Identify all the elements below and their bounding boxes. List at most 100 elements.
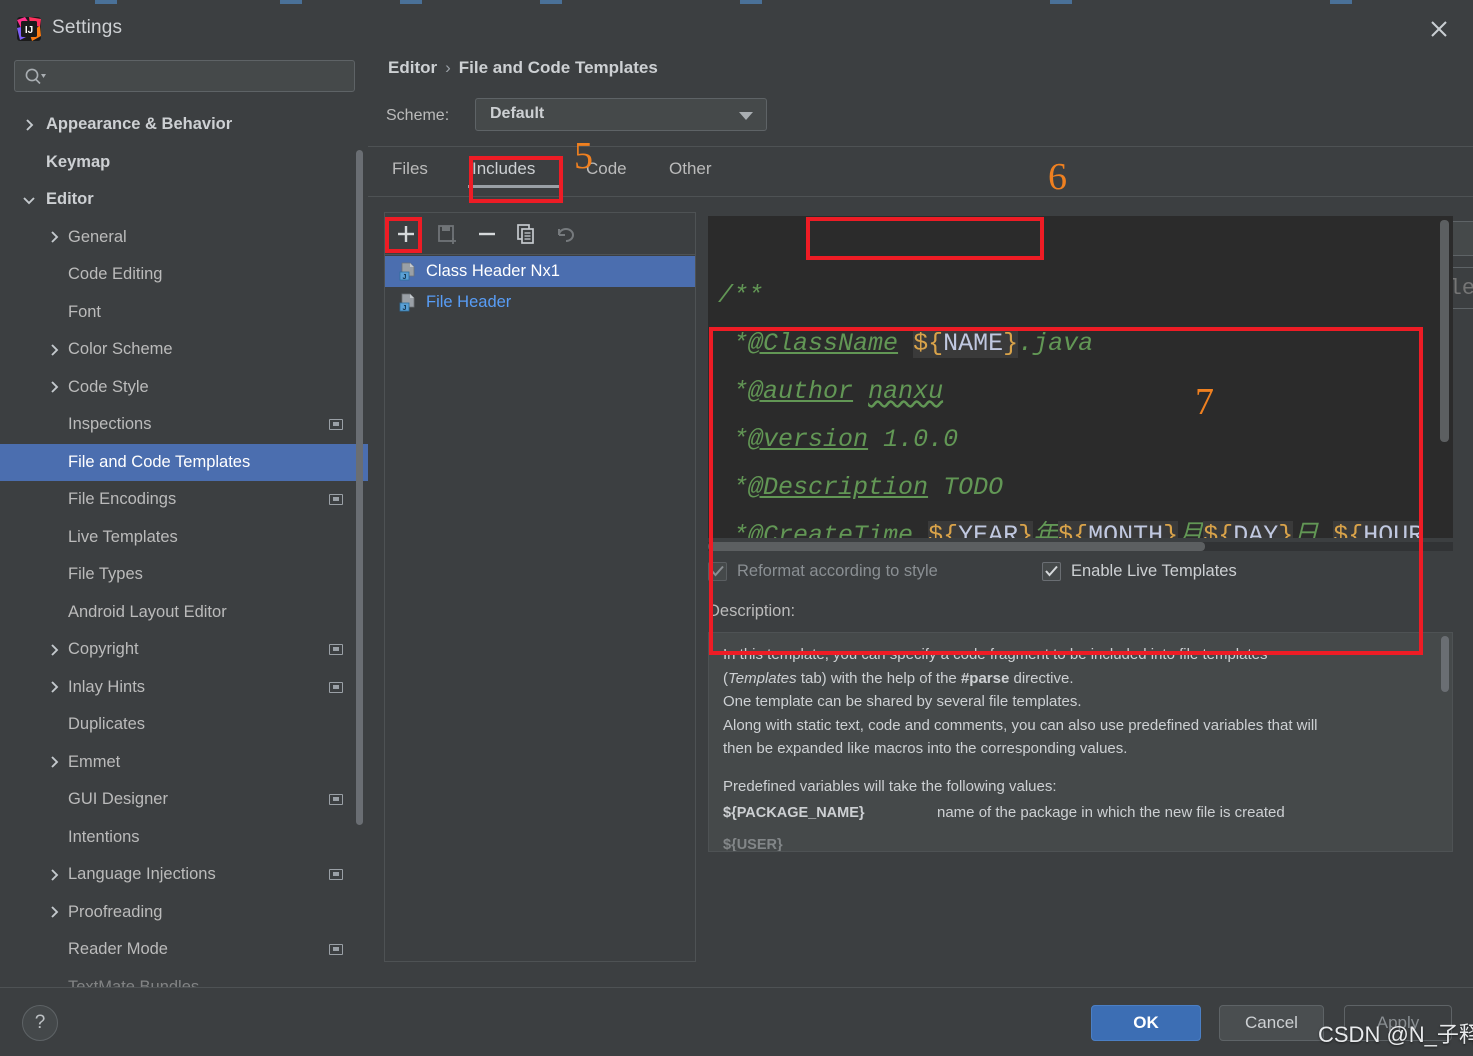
apply-button[interactable]: Apply — [1344, 1005, 1452, 1041]
sidebar-item-inspections[interactable]: Inspections — [0, 406, 368, 444]
chevron-right-icon[interactable] — [47, 905, 61, 919]
sidebar-item-label: Language Injections — [68, 865, 216, 884]
description-para-4: then be expanded like macros into the co… — [723, 740, 1128, 757]
checkbox-checked-icon — [708, 562, 727, 581]
sidebar-item-label: Reader Mode — [68, 940, 168, 959]
project-scope-icon — [329, 419, 343, 431]
chevron-right-icon[interactable] — [47, 380, 61, 394]
sidebar-item-color-scheme[interactable]: Color Scheme — [0, 331, 368, 369]
remove-template-button[interactable] — [472, 219, 502, 249]
sidebar-item-android-layout-editor[interactable]: Android Layout Editor — [0, 594, 368, 632]
breadcrumb: Editor › File and Code Templates — [388, 58, 658, 78]
variable-key: ${PACKAGE_NAME} — [723, 805, 865, 821]
list-item[interactable]: J File Header — [385, 287, 695, 318]
sidebar-scrollbar[interactable] — [356, 150, 363, 825]
sidebar-item-label: Keymap — [46, 152, 111, 171]
sidebar-item-label: Code Style — [68, 377, 149, 396]
chevron-right-icon[interactable] — [47, 755, 61, 769]
chevron-down-icon — [739, 112, 753, 120]
templates-toolbar — [385, 213, 695, 255]
sidebar-item-file-encodings[interactable]: File Encodings — [0, 481, 368, 519]
description-para-1: In this template, you can specify a code… — [723, 646, 1268, 663]
template-code-text: /** *@ClassName ${NAME}.java *@author na… — [718, 224, 1424, 538]
breadcrumb-parent[interactable]: Editor — [388, 58, 437, 77]
breadcrumb-separator-icon: › — [445, 58, 451, 77]
sidebar-item-editor[interactable]: Editor — [0, 181, 368, 219]
sidebar-item-keymap[interactable]: Keymap — [0, 144, 368, 182]
breadcrumb-current: File and Code Templates — [458, 58, 658, 77]
sidebar-item-duplicates[interactable]: Duplicates — [0, 706, 368, 744]
sidebar-item-file-types[interactable]: File Types — [0, 556, 368, 594]
sidebar-item-general[interactable]: General — [0, 219, 368, 257]
search-input[interactable] — [51, 61, 351, 91]
sidebar-item-code-style[interactable]: Code Style — [0, 369, 368, 407]
sidebar-item-inlay-hints[interactable]: Inlay Hints — [0, 669, 368, 707]
cancel-button[interactable]: Cancel — [1219, 1005, 1324, 1041]
predefined-variables-table: ${PACKAGE_NAME} name of the package in wh… — [723, 804, 1413, 852]
sidebar-item-appearance-behavior[interactable]: Appearance & Behavior — [0, 106, 368, 144]
sidebar-item-label: File Encodings — [68, 490, 177, 509]
chevron-right-icon[interactable] — [47, 230, 61, 244]
sidebar-item-label: Copyright — [68, 640, 139, 659]
project-scope-icon — [329, 944, 343, 956]
scheme-label: Scheme: — [386, 107, 450, 124]
search-box[interactable] — [14, 60, 355, 92]
sidebar-item-label: File and Code Templates — [68, 452, 251, 471]
sidebar-item-font[interactable]: Font — [0, 294, 368, 332]
variable-key: ${USER} — [723, 837, 783, 852]
sidebar-item-reader-mode[interactable]: Reader Mode — [0, 931, 368, 969]
reformat-checkbox[interactable]: Reformat according to style — [708, 562, 938, 581]
template-code-editor[interactable]: /** *@ClassName ${NAME}.java *@author na… — [708, 216, 1453, 538]
variable-row: ${PACKAGE_NAME} name of the package in wh… — [723, 804, 1413, 821]
live-templates-checkbox[interactable]: Enable Live Templates — [1042, 562, 1237, 581]
scheme-select[interactable]: Default — [475, 98, 767, 131]
sidebar-item-proofreading[interactable]: Proofreading — [0, 894, 368, 932]
chevron-right-icon[interactable] — [47, 643, 61, 657]
project-scope-icon — [329, 681, 343, 693]
chevron-right-icon[interactable] — [47, 343, 61, 357]
sidebar-item-file-and-code-templates[interactable]: File and Code Templates — [0, 443, 368, 481]
close-icon[interactable] — [1425, 15, 1453, 43]
project-scope-icon — [329, 494, 343, 506]
sidebar-item-label: Emmet — [68, 752, 121, 771]
sidebar-item-language-injections[interactable]: Language Injections — [0, 856, 368, 894]
chevron-right-icon[interactable] — [47, 868, 61, 882]
sidebar-item-label: General — [68, 227, 127, 246]
chevron-right-icon[interactable] — [47, 680, 61, 694]
description-panel[interactable]: In this template, you can specify a code… — [708, 632, 1453, 852]
active-tab-underline — [468, 185, 561, 188]
project-scope-icon — [329, 794, 343, 806]
sidebar-item-label: Font — [68, 302, 102, 321]
tab-files[interactable]: Files — [388, 157, 432, 181]
copy-template-button[interactable] — [511, 219, 541, 249]
description-para-2: One template can be shared by several fi… — [723, 693, 1082, 710]
sidebar-item-intentions[interactable]: Intentions — [0, 819, 368, 857]
list-item[interactable]: J Class Header Nx1 — [385, 256, 695, 287]
sidebar-item-textmate-bundles[interactable]: TextMate Bundles — [0, 969, 368, 987]
sidebar-item-emmet[interactable]: Emmet — [0, 744, 368, 782]
editor-vertical-scrollbar[interactable] — [1440, 220, 1449, 442]
tabs-divider-bottom — [368, 196, 1473, 197]
sidebar-item-gui-designer[interactable]: GUI Designer — [0, 781, 368, 819]
editor-horizontal-scrollbar[interactable] — [708, 542, 1205, 551]
sidebar-item-live-templates[interactable]: Live Templates — [0, 519, 368, 557]
sidebar-item-label: Color Scheme — [68, 340, 173, 359]
project-scope-icon — [329, 869, 343, 881]
sidebar-item-copyright[interactable]: Copyright — [0, 631, 368, 669]
list-item-label: Class Header Nx1 — [426, 262, 560, 280]
chevron-right-icon[interactable] — [22, 118, 36, 132]
help-button[interactable]: ? — [22, 1005, 58, 1041]
settings-dialog: IJ Settings Appearance & Behavior Keymap E… — [0, 0, 1473, 1056]
ok-button[interactable]: OK — [1091, 1005, 1201, 1041]
tab-code[interactable]: Code — [582, 157, 631, 181]
tab-other[interactable]: Other — [665, 157, 716, 181]
chevron-down-icon[interactable] — [22, 193, 36, 207]
tab-includes[interactable]: Includes — [468, 157, 539, 181]
add-template-button[interactable] — [391, 219, 421, 249]
sidebar-item-code-editing[interactable]: Code Editing — [0, 256, 368, 294]
dialog-footer: ? OK Cancel Apply — [0, 987, 1473, 1056]
project-scope-icon — [329, 644, 343, 656]
live-templates-checkbox-label: Enable Live Templates — [1071, 562, 1237, 580]
description-scrollbar[interactable] — [1441, 636, 1449, 692]
template-tabs: Files Includes Code Other — [368, 147, 1473, 195]
